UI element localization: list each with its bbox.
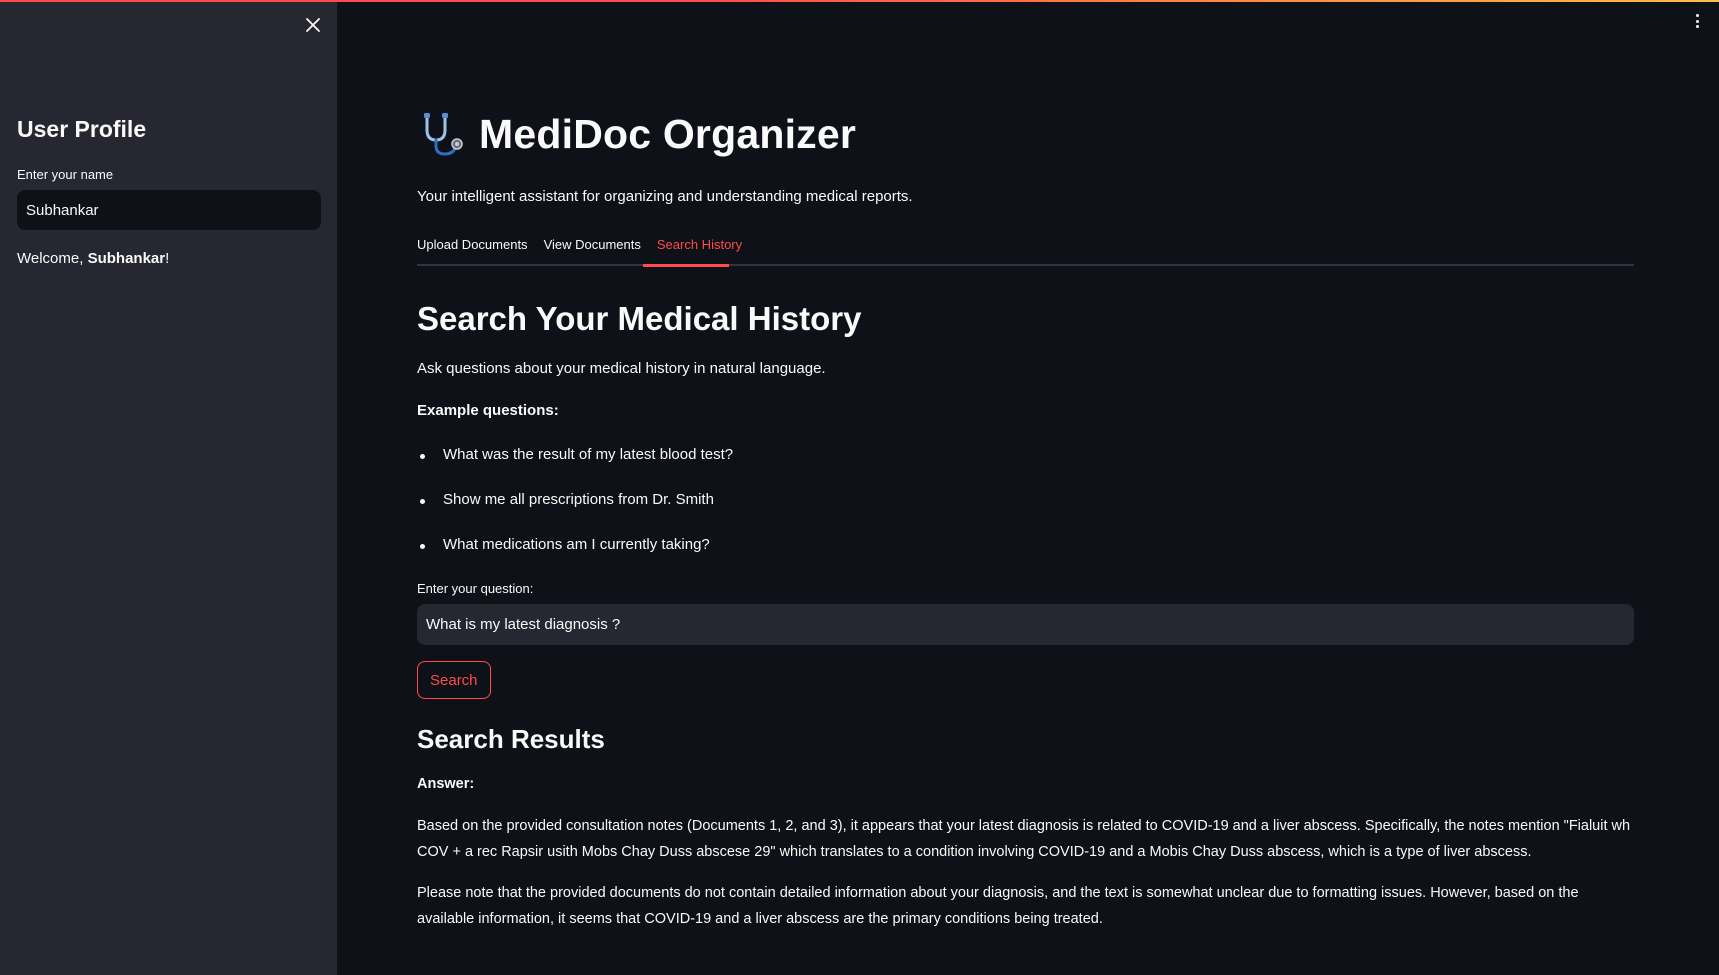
stethoscope-icon <box>424 113 463 156</box>
active-tab-indicator <box>643 264 729 267</box>
name-field-label: Enter your name <box>17 167 114 182</box>
welcome-prefix: Welcome, <box>17 250 88 267</box>
answer-paragraph-2: Please note that the provided documents … <box>417 885 1579 927</box>
tab-bar: Upload Documents View Documents Search H… <box>417 235 1634 267</box>
app-header: MediDoc Organizer <box>417 110 856 158</box>
sidebar: User Profile Enter your name Welcome, Su… <box>0 0 337 975</box>
close-sidebar-button[interactable] <box>302 14 324 36</box>
welcome-username: Subhankar <box>87 250 166 267</box>
tab-search-history[interactable]: Search History <box>657 235 758 266</box>
example-question: What medications am I currently taking? <box>443 536 710 553</box>
kebab-menu-icon <box>1695 14 1699 28</box>
example-question: What was the result of my latest blood t… <box>443 446 734 463</box>
welcome-suffix: ! <box>165 250 170 267</box>
answer-label: Answer: <box>417 776 475 792</box>
bullet-icon <box>420 499 425 504</box>
tab-view-documents[interactable]: View Documents <box>544 235 657 266</box>
bullet-icon <box>420 454 425 459</box>
app-subtitle: Your intelligent assistant for organizin… <box>417 188 913 205</box>
main-area: MediDoc Organizer Your intelligent assis… <box>337 0 1719 975</box>
close-icon <box>306 18 320 32</box>
question-input[interactable] <box>417 604 1634 645</box>
name-input[interactable] <box>17 190 321 230</box>
example-question: Show me all prescriptions from Dr. Smith <box>443 491 714 508</box>
top-decoration-bar <box>0 0 1719 2</box>
welcome-message: Welcome, Subhankar! <box>17 250 169 267</box>
tab-upload-documents[interactable]: Upload Documents <box>417 235 544 266</box>
page-heading: Search Your Medical History <box>417 300 862 337</box>
answer-paragraph-1: Based on the provided consultation notes… <box>417 818 1631 860</box>
question-field-label: Enter your question: <box>417 581 534 596</box>
search-intro: Ask questions about your medical history… <box>417 360 826 377</box>
search-button[interactable]: Search <box>417 661 491 699</box>
examples-label: Example questions: <box>417 402 559 419</box>
main-menu-button[interactable] <box>1691 14 1703 34</box>
results-heading: Search Results <box>417 724 605 754</box>
sidebar-title: User Profile <box>17 116 147 142</box>
app-title: MediDoc Organizer <box>479 110 857 157</box>
bullet-icon <box>420 544 425 549</box>
